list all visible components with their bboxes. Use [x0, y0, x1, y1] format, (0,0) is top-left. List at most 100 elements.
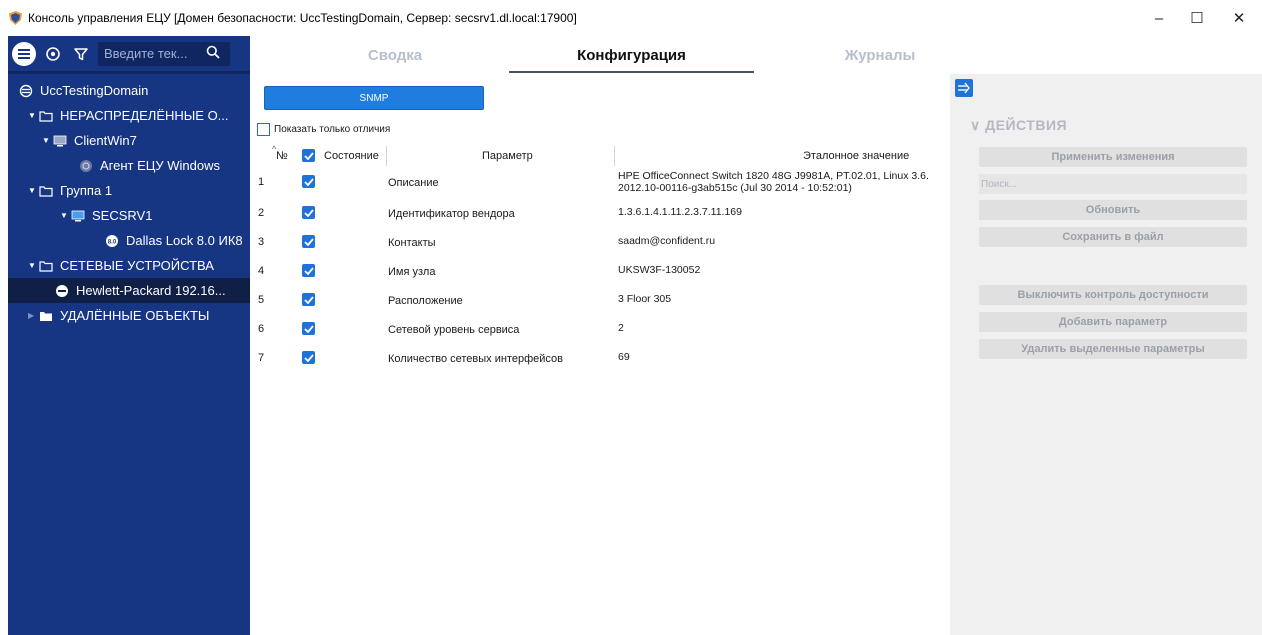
refresh-button[interactable]: Обновить	[979, 200, 1247, 220]
check-icon	[302, 235, 315, 248]
folder-icon	[38, 259, 54, 273]
chevron-down-icon: ∨	[970, 117, 986, 133]
title-bar: Консоль управления ЕЦУ [Домен безопаснос…	[0, 0, 1262, 36]
row-checkbox[interactable]	[302, 235, 315, 248]
row-param: Расположение	[388, 295, 463, 307]
table-row[interactable]: 1 Описание HPE OfficeConnect Switch 1820…	[250, 169, 950, 198]
check-icon	[302, 264, 315, 277]
save-to-file-button[interactable]: Сохранить в файл	[979, 227, 1247, 247]
table-row[interactable]: 2 Идентификатор вендора 1.3.6.1.4.1.11.2…	[250, 198, 950, 227]
column-num[interactable]: №	[276, 150, 288, 162]
row-param: Имя узла	[388, 266, 436, 278]
actions-header[interactable]: ∨ ДЕЙСТВИЯ	[970, 117, 1067, 134]
close-button[interactable]: ✕	[1216, 0, 1262, 36]
grid-header: ^ № Состояние Параметр Эталонное значени…	[250, 144, 950, 166]
row-reference: 2	[618, 322, 624, 334]
caret-down-icon[interactable]: ▼	[28, 111, 38, 120]
filter-icon[interactable]	[70, 43, 92, 65]
folder-icon	[38, 184, 54, 198]
tree-item-label: Dallas Lock 8.0 ИК8	[126, 233, 243, 248]
tab-summary[interactable]: Сводка	[310, 36, 480, 74]
add-parameter-button[interactable]: Добавить параметр	[979, 312, 1247, 332]
row-reference: saadm@confident.ru	[618, 235, 716, 247]
tree-item-label: НЕРАСПРЕДЕЛЁННЫЕ О...	[60, 108, 229, 123]
row-reference-line: 2012.10-00116-g3ab515c (Jul 30 2014 - 10…	[618, 182, 852, 194]
network-device-icon	[54, 284, 70, 298]
caret-down-icon[interactable]: ▼	[42, 136, 52, 145]
delete-selected-parameters-button[interactable]: Удалить выделенные параметры	[979, 339, 1247, 359]
check-icon	[302, 351, 315, 364]
row-checkbox[interactable]	[302, 175, 315, 188]
row-num: 4	[258, 265, 265, 277]
tree-item-clientwin7[interactable]: ▼ ClientWin7	[8, 128, 250, 153]
actions-search-input[interactable]	[979, 174, 1247, 194]
check-icon	[302, 175, 315, 188]
row-num: 7	[258, 352, 265, 364]
check-icon	[302, 206, 315, 219]
apply-changes-button[interactable]: Применить изменения	[979, 147, 1247, 167]
row-checkbox[interactable]	[302, 351, 315, 364]
row-param: Количество сетевых интерфейсов	[388, 353, 563, 365]
app-shield-icon	[9, 11, 22, 25]
row-reference-line: HPE OfficeConnect Switch 1820 48G J9981A…	[618, 170, 929, 182]
collapse-panel-icon[interactable]	[955, 79, 973, 97]
row-num: 5	[258, 294, 265, 306]
menu-icon[interactable]	[12, 41, 36, 66]
folder-icon	[38, 109, 54, 123]
folder-filled-icon	[38, 309, 54, 323]
tree-item-network-devices[interactable]: ▼ СЕТЕВЫЕ УСТРОЙСТВА	[8, 253, 250, 278]
snmp-button[interactable]: SNMP	[264, 86, 484, 110]
disable-availability-control-button[interactable]: Выключить контроль доступности	[979, 285, 1247, 305]
table-row[interactable]: 4 Имя узла UKSW3F-130052	[250, 256, 950, 285]
show-diff-checkbox[interactable]	[257, 123, 270, 136]
tree-item-label: СЕТЕВЫЕ УСТРОЙСТВА	[60, 258, 214, 273]
tree-item-domain[interactable]: UccTestingDomain	[8, 78, 250, 103]
actions-title: ДЕЙСТВИЯ	[985, 117, 1068, 133]
tree-item-deleted[interactable]: ▶ УДАЛЁННЫЕ ОБЪЕКТЫ	[8, 303, 250, 328]
search-input[interactable]	[104, 46, 204, 61]
caret-down-icon[interactable]: ▼	[28, 186, 38, 195]
row-checkbox[interactable]	[302, 264, 315, 277]
column-param[interactable]: Параметр	[482, 150, 533, 162]
row-reference: 3 Floor 305	[618, 293, 672, 305]
show-diff-label: Показать только отличия	[274, 124, 391, 135]
column-reference[interactable]: Эталонное значение	[803, 150, 909, 162]
tree-item-label: УДАЛЁННЫЕ ОБЪЕКТЫ	[60, 308, 210, 323]
column-separator	[386, 146, 387, 166]
tree-item-label: ClientWin7	[74, 133, 137, 148]
tree-item-label: SECSRV1	[92, 208, 153, 223]
select-all-checkbox[interactable]	[302, 149, 315, 162]
computer-icon	[70, 209, 86, 223]
check-icon	[302, 149, 315, 162]
table-row[interactable]: 5 Расположение 3 Floor 305	[250, 285, 950, 314]
table-row[interactable]: 6 Сетевой уровень сервиса 2	[250, 314, 950, 343]
row-reference: HPE OfficeConnect Switch 1820 48G J9981A…	[618, 170, 929, 194]
table-row[interactable]: 3 Контакты saadm@confident.ru	[250, 227, 950, 256]
tree-item-unassigned[interactable]: ▼ НЕРАСПРЕДЕЛЁННЫЕ О...	[8, 103, 250, 128]
column-state[interactable]: Состояние	[324, 150, 379, 162]
row-checkbox[interactable]	[302, 206, 315, 219]
caret-down-icon[interactable]: ▼	[28, 261, 38, 270]
row-reference: 1.3.6.1.4.1.11.2.3.7.11.169	[618, 206, 742, 218]
tree-item-agent[interactable]: Агент ЕЦУ Windows	[8, 153, 250, 178]
search-icon[interactable]	[206, 45, 220, 62]
maximize-button[interactable]: ☐	[1178, 0, 1216, 36]
tree-item-dallas-lock[interactable]: 8.0 Dallas Lock 8.0 ИК8	[8, 228, 250, 253]
row-param: Описание	[388, 177, 439, 189]
table-row[interactable]: 7 Количество сетевых интерфейсов 69	[250, 343, 950, 372]
tree-item-label: Hewlett-Packard 192.16...	[76, 283, 226, 298]
row-num: 6	[258, 323, 265, 335]
row-checkbox[interactable]	[302, 293, 315, 306]
caret-right-icon[interactable]: ▶	[28, 311, 38, 320]
row-checkbox[interactable]	[302, 322, 315, 335]
sidebar: UccTestingDomain ▼ НЕРАСПРЕДЕЛЁННЫЕ О...…	[8, 36, 250, 635]
tree-item-secsrv1[interactable]: ▼ SECSRV1	[8, 203, 250, 228]
tab-logs[interactable]: Журналы	[790, 36, 970, 74]
caret-down-icon[interactable]: ▼	[60, 211, 70, 220]
tree-item-hewlett-packard[interactable]: Hewlett-Packard 192.16...	[8, 278, 250, 303]
tree-item-group1[interactable]: ▼ Группа 1	[8, 178, 250, 203]
eye-icon[interactable]	[42, 43, 64, 65]
dallas-lock-icon: 8.0	[104, 234, 120, 248]
tab-configuration[interactable]: Конфигурация	[509, 36, 754, 74]
minimize-button[interactable]: –	[1140, 0, 1178, 36]
